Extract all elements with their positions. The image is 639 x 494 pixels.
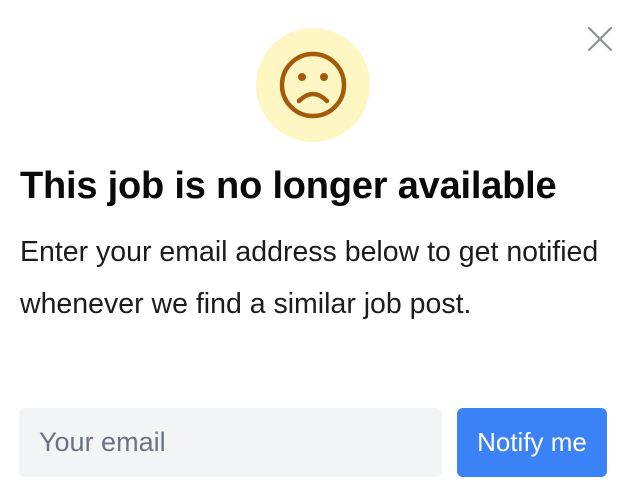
close-button[interactable] — [586, 25, 614, 53]
dialog-title: This job is no longer available — [20, 165, 557, 207]
sad-face-icon — [279, 51, 347, 119]
email-input[interactable] — [19, 408, 442, 477]
notify-me-button[interactable]: Notify me — [457, 408, 607, 477]
sad-face-badge — [256, 28, 370, 142]
dialog-description: Enter your email address below to get no… — [20, 236, 599, 320]
close-icon — [587, 26, 613, 52]
